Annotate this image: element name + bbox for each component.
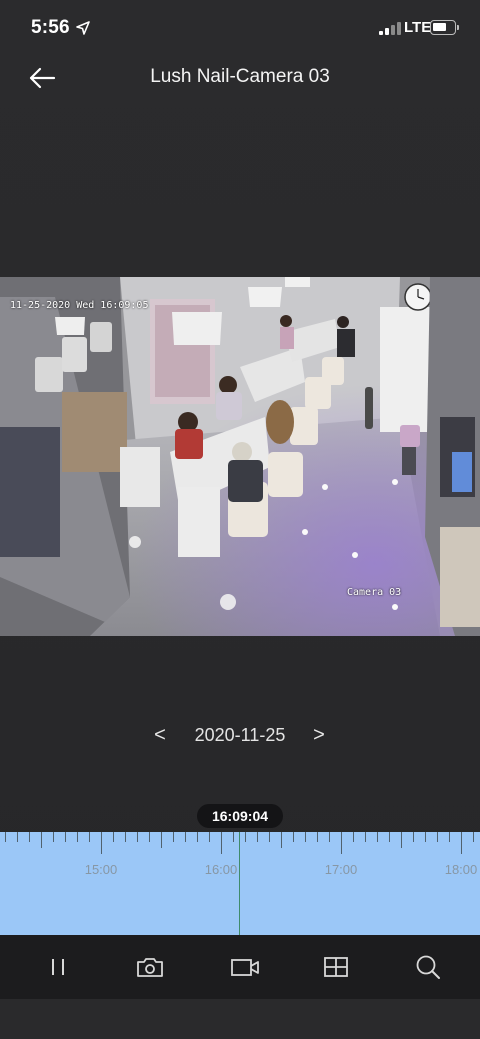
page-title: Lush Nail-Camera 03 bbox=[150, 66, 330, 87]
timeline-tick bbox=[329, 832, 330, 842]
timeline-tick bbox=[41, 832, 42, 848]
battery-icon bbox=[430, 20, 456, 35]
battery-cap bbox=[457, 25, 459, 30]
timeline-tick bbox=[17, 832, 18, 842]
timeline-tick bbox=[353, 832, 354, 842]
timeline-tick bbox=[65, 832, 66, 842]
video-timestamp-overlay: 11-25-2020 Wed 16:09:05 bbox=[10, 300, 149, 311]
signal-bars-icon bbox=[379, 22, 401, 35]
record-video-icon bbox=[231, 959, 259, 976]
timeline-tick bbox=[101, 832, 102, 854]
timeline-tick bbox=[173, 832, 174, 842]
timeline-tick bbox=[389, 832, 390, 842]
playback-timeline[interactable]: 15:00 16:00 17:00 18:00 bbox=[0, 832, 480, 935]
timeline-tick bbox=[29, 832, 30, 842]
timeline-label: 17:00 bbox=[324, 862, 358, 877]
timeline-tick bbox=[461, 832, 462, 854]
snapshot-button[interactable] bbox=[130, 949, 170, 985]
timeline-tick bbox=[209, 832, 210, 842]
zoom-button[interactable] bbox=[408, 949, 448, 985]
zoom-search-icon bbox=[416, 955, 440, 979]
timeline-tick bbox=[473, 832, 474, 842]
timeline-tick bbox=[149, 832, 150, 842]
timeline-tick bbox=[233, 832, 234, 842]
timeline-tick bbox=[221, 832, 222, 854]
timeline-tick bbox=[77, 832, 78, 842]
network-type: LTE bbox=[404, 19, 432, 36]
timeline-tick bbox=[137, 832, 138, 842]
status-bar: 5:56 LTE bbox=[0, 0, 480, 56]
record-button[interactable] bbox=[225, 949, 265, 985]
status-time: 5:56 bbox=[31, 17, 70, 38]
pause-button[interactable] bbox=[38, 949, 78, 985]
timeline-tick bbox=[437, 832, 438, 842]
timeline-tick bbox=[377, 832, 378, 842]
timeline-tick bbox=[413, 832, 414, 842]
video-camera-label-overlay: Camera 03 bbox=[347, 587, 402, 598]
current-time-badge: 16:09:04 bbox=[197, 804, 283, 828]
timeline-playhead[interactable] bbox=[239, 832, 240, 935]
date-label[interactable]: 2020-11-25 bbox=[180, 725, 300, 746]
pause-icon bbox=[52, 959, 64, 975]
timeline-tick bbox=[281, 832, 282, 848]
timeline-tick bbox=[125, 832, 126, 842]
timeline-label: 15:00 bbox=[84, 862, 118, 877]
timeline-tick bbox=[185, 832, 186, 842]
timeline-tick bbox=[269, 832, 270, 842]
layout-button[interactable] bbox=[316, 949, 356, 985]
timeline-tick bbox=[305, 832, 306, 842]
timeline-tick bbox=[257, 832, 258, 842]
home-indicator-area bbox=[0, 999, 480, 1039]
timeline-tick bbox=[365, 832, 366, 842]
timeline-tick bbox=[449, 832, 450, 842]
date-navigator: < 2020-11-25 > bbox=[0, 722, 480, 752]
camera-video-player[interactable]: 11-25-2020 Wed 16:09:05 Camera 03 bbox=[0, 277, 480, 636]
camera-frame-image bbox=[0, 277, 480, 636]
previous-date-button[interactable]: < bbox=[150, 724, 170, 747]
timeline-tick bbox=[5, 832, 6, 842]
timeline-tick bbox=[161, 832, 162, 848]
nav-header: Lush Nail-Camera 03 bbox=[0, 56, 480, 100]
location-arrow-icon bbox=[76, 21, 90, 35]
timeline-tick bbox=[293, 832, 294, 842]
playback-toolbar bbox=[0, 935, 480, 999]
timeline-tick bbox=[317, 832, 318, 842]
timeline-tick bbox=[425, 832, 426, 842]
timeline-tick bbox=[53, 832, 54, 842]
timeline-tick bbox=[197, 832, 198, 842]
timeline-tick bbox=[341, 832, 342, 854]
timeline-label: 18:00 bbox=[444, 862, 478, 877]
timeline-tick bbox=[245, 832, 246, 842]
grid-layout-icon bbox=[324, 957, 348, 977]
snapshot-camera-icon bbox=[137, 958, 163, 977]
timeline-tick bbox=[401, 832, 402, 848]
timeline-label: 16:00 bbox=[204, 862, 238, 877]
timeline-tick bbox=[113, 832, 114, 842]
timeline-tick bbox=[89, 832, 90, 842]
next-date-button[interactable]: > bbox=[309, 724, 329, 747]
